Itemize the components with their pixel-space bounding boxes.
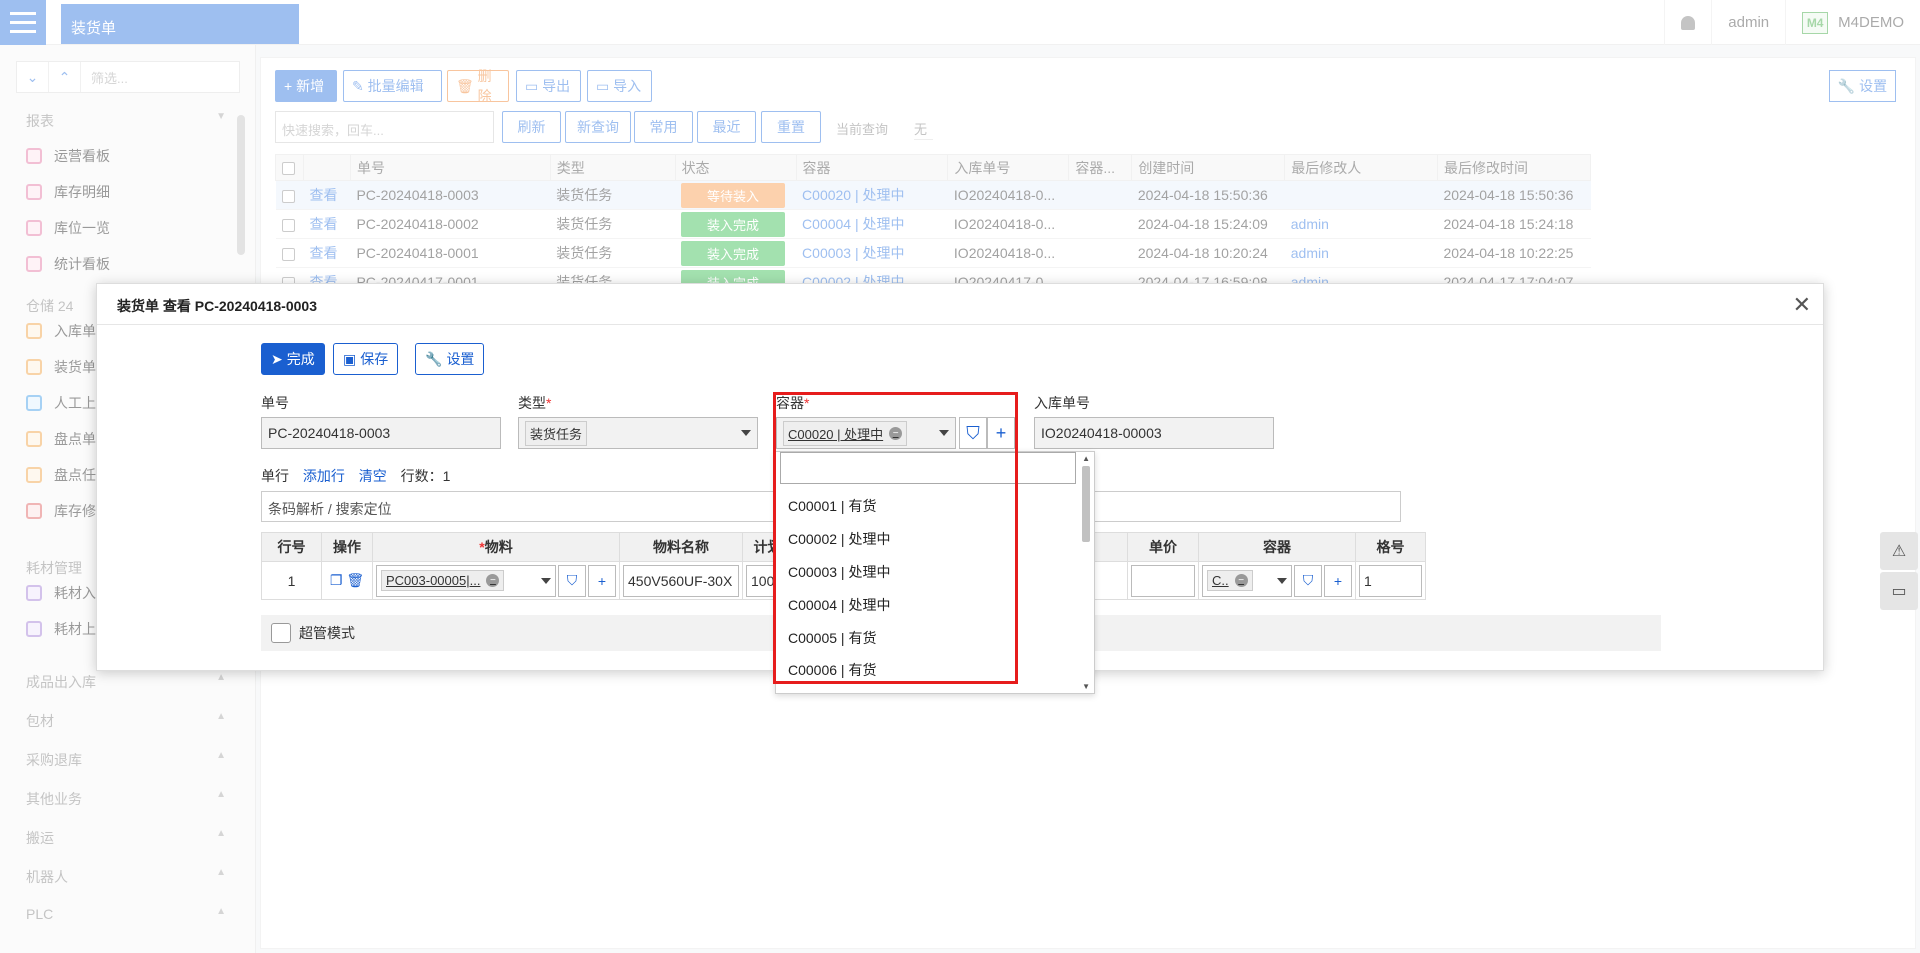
highlight-box (773, 392, 1018, 684)
complete-button[interactable]: ➤ 完成 (261, 343, 325, 375)
type-tag: 装货任务 (525, 420, 588, 446)
col-header: 操作 (321, 532, 373, 562)
col-header: 单价 (1127, 532, 1199, 562)
row-count: 行数：1 (400, 468, 451, 484)
col-header: *物料 (372, 532, 620, 562)
dropdown-scrollbar[interactable] (1082, 466, 1090, 542)
chevron-down-icon (541, 577, 551, 584)
dialog-title: 装货单 查看 PC-20240418-0003 (97, 284, 1823, 325)
monitor-icon[interactable]: ▭ (1880, 572, 1918, 610)
row-ops: ❐ 🗑 (321, 561, 373, 600)
material-select[interactable]: PC003-00005|... − (376, 564, 556, 597)
col-header: 容器 (1198, 532, 1356, 562)
clear-link[interactable]: 清空 (359, 468, 387, 484)
order-no-label: 单号 (261, 395, 289, 411)
col-header: 行号 (261, 532, 322, 562)
trash-icon[interactable]: 🗑 (346, 572, 364, 588)
remove-icon[interactable]: − (1234, 574, 1248, 587)
wrench-icon: 🔧 (425, 350, 443, 367)
unit-price-field[interactable] (1131, 564, 1195, 597)
save-icon: ▣ (343, 350, 357, 367)
col-header: 物料名称 (619, 532, 743, 562)
scroll-down-icon[interactable]: ▼ (1082, 682, 1090, 691)
chevron-down-icon (741, 430, 751, 436)
material-filter-icon[interactable]: ⛉ (558, 564, 586, 597)
copy-icon[interactable]: ❐ (330, 572, 343, 588)
order-no-field[interactable]: PC-20240418-0003 (261, 417, 501, 449)
type-label: 类型* (518, 395, 552, 411)
send-icon: ➤ (271, 350, 283, 367)
save-button[interactable]: ▣ 保存 (333, 343, 399, 375)
material-add-icon[interactable]: + (588, 564, 616, 597)
super-mode-checkbox[interactable] (271, 623, 291, 643)
material-cell: PC003-00005|... − ⛉ + (372, 561, 620, 600)
add-row-link[interactable]: 添加行 (303, 468, 345, 484)
alarm-icon[interactable]: ⚠ (1880, 532, 1918, 570)
material-name-field[interactable]: 450V560UF-30X (623, 564, 739, 597)
close-icon[interactable]: ✕ (1793, 292, 1811, 318)
line-container-select[interactable]: C.. − (1202, 564, 1292, 597)
container-filter-icon[interactable]: ⛉ (1294, 564, 1322, 597)
container-add-icon[interactable]: + (1324, 564, 1352, 597)
inbound-no-label: 入库单号 (1034, 395, 1090, 411)
super-mode-label: 超管模式 (299, 625, 355, 641)
scroll-up-icon[interactable]: ▲ (1082, 454, 1090, 463)
col-header: 格号 (1355, 532, 1426, 562)
line-number: 1 (261, 561, 322, 600)
chevron-down-icon (1277, 577, 1287, 584)
type-select[interactable]: 装货任务 (518, 417, 758, 449)
dialog-settings-button[interactable]: 🔧 设置 (415, 343, 485, 375)
inbound-no-field[interactable]: IO20240418-00003 (1034, 417, 1274, 449)
remove-icon[interactable]: − (486, 574, 500, 587)
slot-field[interactable]: 1 (1359, 564, 1422, 597)
row-actions: 单行 添加行 清空 行数：1 (261, 466, 460, 486)
rows-label: 单行 (261, 468, 289, 484)
